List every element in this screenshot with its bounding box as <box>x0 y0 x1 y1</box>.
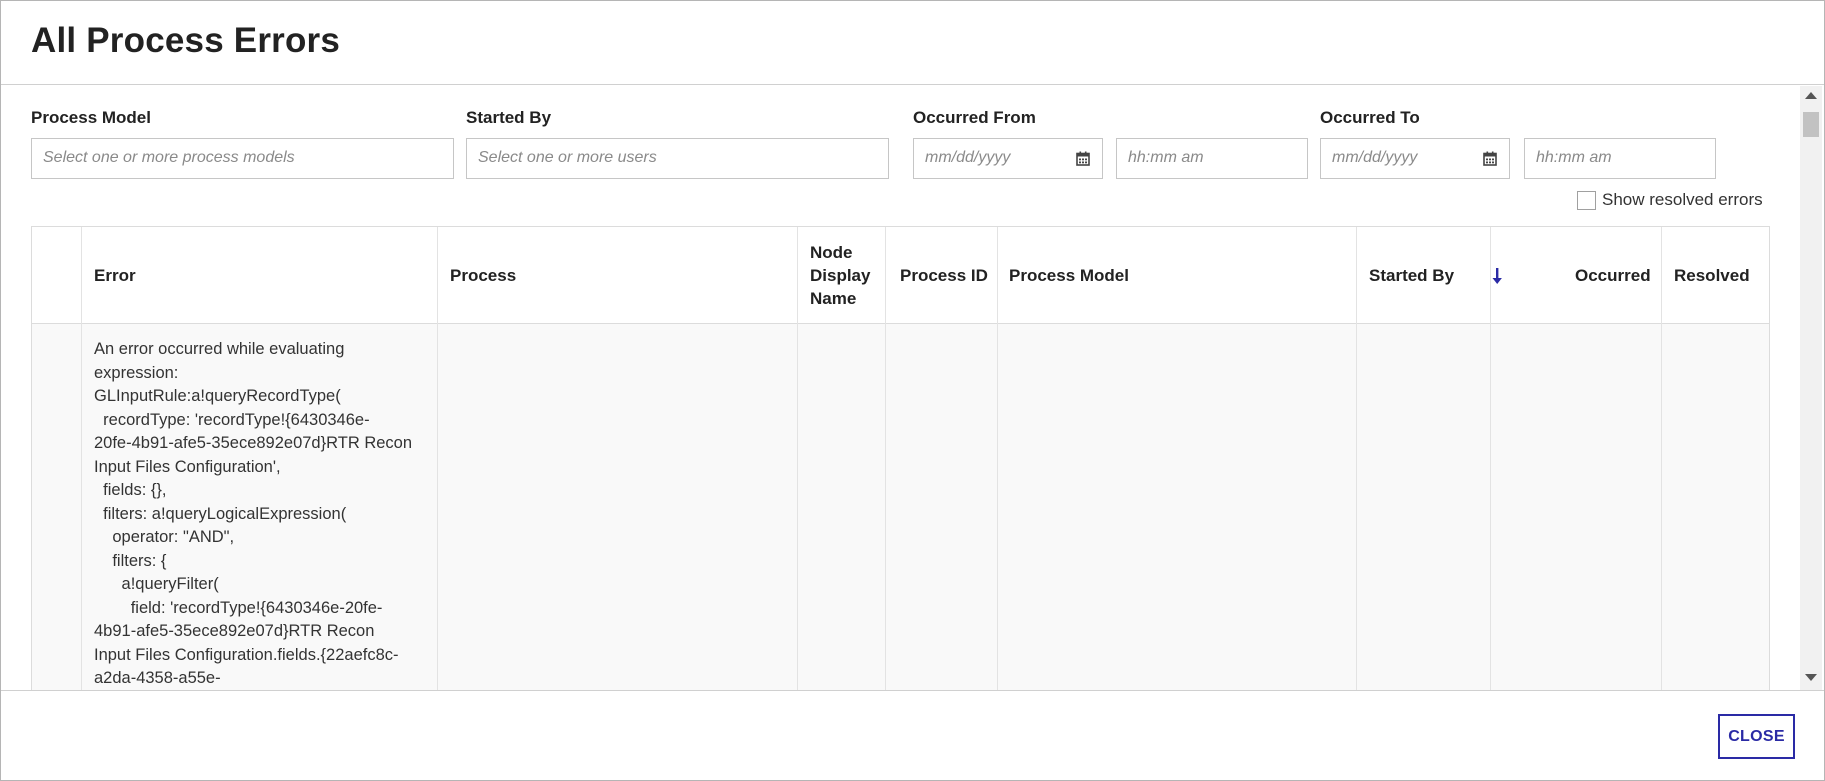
occurred-from-calendar-button[interactable] <box>1063 138 1103 179</box>
calendar-icon <box>1482 151 1497 166</box>
show-resolved-label[interactable]: Show resolved errors <box>1602 190 1763 210</box>
column-divider <box>1356 227 1357 690</box>
scroll-down-arrow-icon[interactable] <box>1805 674 1817 681</box>
column-header-error[interactable]: Error <box>94 264 136 287</box>
process-model-filter-label: Process Model <box>31 108 151 127</box>
vertical-scrollbar[interactable] <box>1800 86 1822 690</box>
started-by-filter-label: Started By <box>466 108 552 127</box>
column-header-resolved[interactable]: Resolved <box>1674 264 1750 287</box>
dialog-footer: CLOSE <box>1 690 1824 780</box>
occurred-to-calendar-button[interactable] <box>1470 138 1510 179</box>
table-row[interactable]: An error occurred while evaluating expre… <box>32 324 1769 690</box>
process-model-picker[interactable]: Select one or more process models <box>31 138 454 179</box>
column-divider <box>797 227 798 690</box>
column-header-process-id[interactable]: Process ID <box>900 264 988 287</box>
occurred-from-time-input[interactable]: hh:mm am <box>1116 138 1308 179</box>
scroll-up-arrow-icon[interactable] <box>1805 92 1817 99</box>
occurred-to-time-input[interactable]: hh:mm am <box>1524 138 1716 179</box>
grid-header: Error Process Node Display Name Process … <box>32 227 1769 324</box>
errors-grid: An error occurred while evaluating expre… <box>31 226 1770 690</box>
column-divider <box>997 227 998 690</box>
column-header-started-by[interactable]: Started By <box>1369 264 1454 287</box>
column-divider <box>1490 227 1491 690</box>
process-errors-dialog: All Process Errors Process Model Select … <box>0 0 1825 781</box>
error-cell: An error occurred while evaluating expre… <box>94 340 413 687</box>
started-by-picker[interactable]: Select one or more users <box>466 138 889 179</box>
dialog-title: All Process Errors <box>31 21 341 60</box>
column-header-occurred[interactable]: Occurred <box>1575 264 1651 287</box>
occurred-to-label: Occurred To <box>1320 108 1420 127</box>
column-header-process-model[interactable]: Process Model <box>1009 264 1129 287</box>
column-divider <box>885 227 886 690</box>
column-divider <box>1661 227 1662 690</box>
column-header-node-display-name[interactable]: Node Display Name <box>810 241 870 310</box>
column-divider <box>81 227 82 690</box>
close-button[interactable]: CLOSE <box>1718 714 1795 759</box>
calendar-icon <box>1075 151 1090 166</box>
dialog-body: Process Model Select one or more process… <box>1 86 1824 690</box>
column-header-process[interactable]: Process <box>450 264 516 287</box>
occurred-to-date-input[interactable]: mm/dd/yyyy <box>1320 138 1472 179</box>
arrow-down-icon[interactable] <box>1490 266 1504 286</box>
show-resolved-checkbox[interactable] <box>1577 191 1596 210</box>
scrollbar-thumb[interactable] <box>1803 112 1819 137</box>
occurred-from-date-input[interactable]: mm/dd/yyyy <box>913 138 1065 179</box>
occurred-from-label: Occurred From <box>913 108 1036 127</box>
dialog-header: All Process Errors <box>1 1 1824 85</box>
column-divider <box>437 227 438 690</box>
